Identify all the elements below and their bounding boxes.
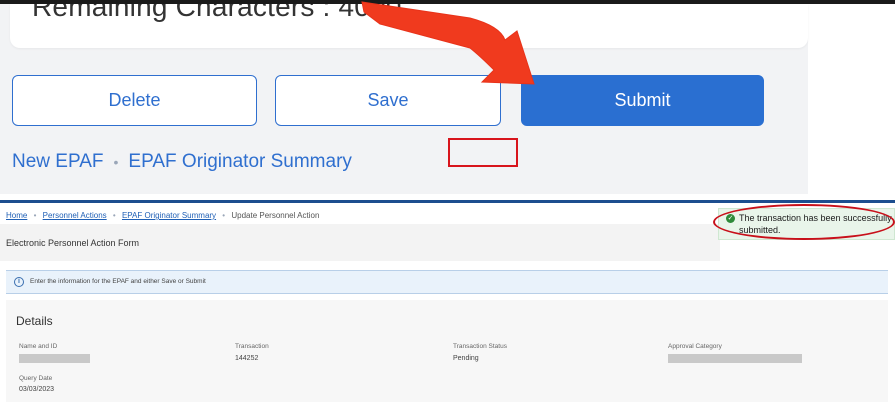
breadcrumb-separator: •: [222, 211, 226, 220]
query-date-value: 03/03/2023: [19, 386, 55, 393]
toast-highlight-annotation: [713, 204, 895, 240]
transaction-label: Transaction: [235, 343, 269, 350]
breadcrumb-epaf-originator-summary[interactable]: EPAF Originator Summary: [122, 211, 216, 220]
breadcrumb-originator-summary[interactable]: EPAF Originator Summary: [128, 151, 351, 173]
transaction-status-value: Pending: [453, 355, 479, 362]
info-text: Enter the information for the EPAF and e…: [30, 278, 206, 285]
submit-button[interactable]: Submit: [521, 75, 764, 126]
transaction-value: 144252: [235, 355, 259, 362]
page-title: Electronic Personnel Action Form: [6, 238, 140, 248]
remaining-characters-card: Remaining Characters : 4000: [10, 4, 808, 48]
delete-button[interactable]: Delete: [12, 75, 257, 126]
breadcrumb-separator: •: [113, 154, 119, 170]
screenshot-frame: Remaining Characters : 4000 Delete Save …: [0, 0, 895, 402]
breadcrumb-personnel-actions[interactable]: Personnel Actions: [43, 211, 107, 220]
approval-category-label: Approval Category: [668, 343, 722, 350]
header-strip: [0, 200, 895, 203]
breadcrumb-new-epaf[interactable]: New EPAF: [12, 151, 104, 173]
info-icon: i: [14, 277, 24, 287]
name-and-id-redacted: [19, 354, 90, 363]
epaf-breadcrumb: New EPAF • EPAF Originator Summary: [12, 151, 352, 173]
info-banner: i Enter the information for the EPAF and…: [6, 270, 888, 294]
details-title: Details: [16, 314, 53, 328]
breadcrumb-separator: •: [112, 211, 116, 220]
status-highlight-annotation: [448, 138, 518, 167]
zoomed-action-panel: Remaining Characters : 4000 Delete Save …: [0, 4, 808, 194]
details-section: [6, 300, 888, 402]
save-button[interactable]: Save: [275, 75, 501, 126]
breadcrumb-home[interactable]: Home: [6, 211, 27, 220]
breadcrumb-separator: •: [33, 211, 37, 220]
name-and-id-label: Name and ID: [19, 343, 58, 350]
page-breadcrumb: Home • Personnel Actions • EPAF Originat…: [6, 211, 319, 220]
remaining-characters-text: Remaining Characters : 4000: [32, 4, 402, 22]
query-date-label: Query Date: [19, 375, 53, 382]
breadcrumb-current: Update Personnel Action: [231, 211, 320, 220]
approval-category-redacted: [668, 354, 802, 363]
transaction-status-label: Transaction Status: [453, 343, 507, 350]
